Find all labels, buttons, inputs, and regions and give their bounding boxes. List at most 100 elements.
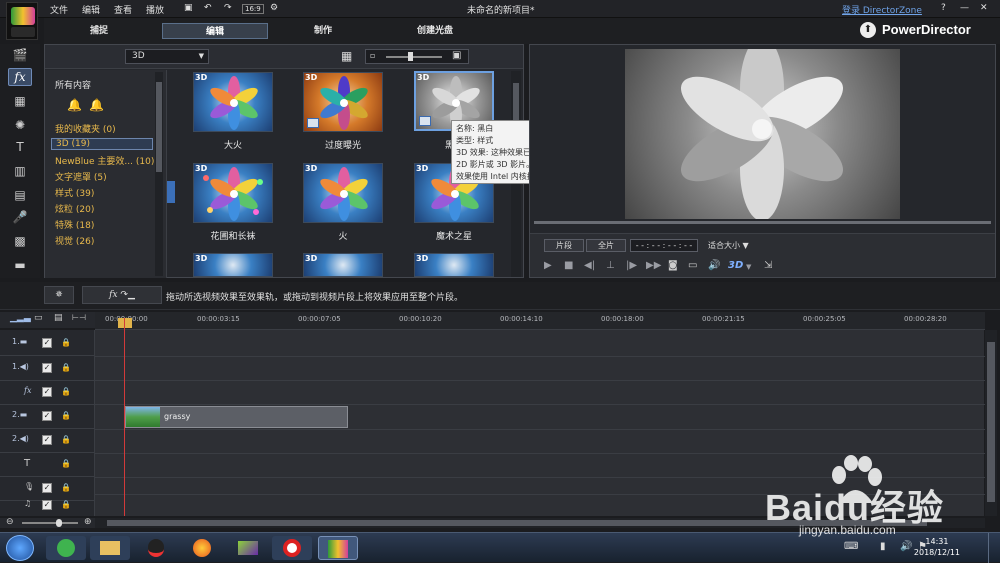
undo-icon[interactable]: ↶ (204, 3, 212, 13)
media-room-icon[interactable]: 🎬 (8, 46, 32, 64)
track-enable-checkbox[interactable]: ✓ (42, 363, 52, 373)
category-special[interactable]: 特殊 (18) (55, 218, 94, 231)
track-enable-checkbox[interactable]: ✓ (42, 483, 52, 493)
zoom-slider-handle[interactable] (56, 519, 62, 527)
external-display-icon[interactable]: ▭ (688, 260, 697, 271)
lock-icon[interactable]: 🔒 (61, 387, 71, 396)
tab-capture[interactable]: 捕捉 (64, 23, 134, 39)
lock-icon[interactable]: 🔒 (61, 435, 71, 444)
category-text-mask[interactable]: 文字遮罩 (5) (55, 170, 107, 183)
grid-view-icon[interactable]: ▦ (341, 49, 352, 63)
taskbar-firefox-icon[interactable] (182, 536, 222, 560)
track-enable-checkbox[interactable]: ✓ (42, 435, 52, 445)
voiceover-room-icon[interactable]: 🎤 (8, 208, 32, 226)
effect-thumb-big-fire[interactable]: 3D (193, 72, 273, 132)
effect-thumb[interactable]: 3D (414, 253, 494, 277)
effect-thumb-flowerbed[interactable]: 3D (193, 163, 273, 223)
effect-thumb-overexposure[interactable]: 3D (303, 72, 383, 132)
fast-forward-icon[interactable]: ▶▶ (646, 260, 661, 271)
taskbar-file-explorer-icon[interactable] (90, 536, 130, 560)
snapshot-camera-icon[interactable]: ◙ (668, 260, 678, 271)
movie-mode-button[interactable]: 全片 (586, 239, 626, 252)
category-scroll-thumb[interactable] (156, 82, 162, 172)
audio-mixing-room-icon[interactable]: ▤ (8, 186, 32, 204)
menu-play[interactable]: 播放 (146, 3, 164, 16)
preview-scrubber[interactable] (534, 221, 991, 224)
settings-gear-icon[interactable]: ⚙ (270, 3, 278, 13)
taskbar-qq-icon[interactable] (136, 536, 176, 560)
tab-produce[interactable]: 制作 (288, 23, 358, 39)
menu-view[interactable]: 查看 (114, 3, 132, 16)
lock-icon[interactable]: 🔒 (61, 411, 71, 420)
lock-icon[interactable]: 🔒 (61, 500, 71, 509)
3d-mode-button[interactable]: 3D (728, 260, 743, 271)
help-icon[interactable]: ? (941, 3, 946, 13)
zoom-slider[interactable] (22, 522, 78, 524)
save-icon[interactable]: ▣ (184, 3, 193, 13)
start-button[interactable] (6, 535, 34, 561)
particle-room-icon[interactable]: ✺ (8, 116, 32, 134)
taskbar-powerdirector-icon[interactable] (318, 536, 358, 560)
playhead-handle[interactable] (118, 318, 132, 328)
undock-preview-icon[interactable]: ⇲ (764, 260, 772, 271)
chevron-down-icon[interactable]: ▼ (746, 263, 751, 271)
apply-to-track-button[interactable]: fx ↷▁ (82, 286, 162, 304)
clip-mode-button[interactable]: 片段 (544, 239, 584, 252)
track-enable-checkbox[interactable]: ✓ (42, 338, 52, 348)
fit-timeline-icon[interactable]: ⊢⊣ (72, 313, 86, 322)
effect-thumb[interactable]: 3D (193, 253, 273, 277)
taskbar-media-player-icon[interactable] (228, 536, 268, 560)
play-icon[interactable]: ▶ (544, 260, 552, 271)
login-link[interactable]: 登录 DirectorZone (842, 3, 922, 16)
remove-favorite-icon[interactable]: 🔔 (89, 98, 104, 112)
category-particle[interactable]: 炫粒 (20) (55, 202, 94, 215)
taskbar-recorder-icon[interactable] (272, 536, 312, 560)
magic-effect-icon[interactable]: ✵ (44, 286, 74, 304)
category-3d[interactable]: 3D (19) (51, 138, 153, 150)
aspect-ratio-button[interactable]: 16:9 (242, 4, 264, 14)
category-visual[interactable]: 视觉 (26) (55, 234, 94, 247)
thumb-size-slider[interactable]: ▫ ▣ (365, 49, 469, 64)
timeline-clip[interactable]: grassy (125, 406, 348, 428)
collapse-panel-handle[interactable] (167, 181, 175, 203)
timecode-display[interactable]: - - : - - : - - : - - (630, 239, 698, 252)
category-style[interactable]: 样式 (39) (55, 186, 94, 199)
title-room-icon[interactable]: T (8, 138, 32, 156)
volume-icon[interactable]: 🔊 (708, 260, 720, 271)
tab-edit[interactable]: 编辑 (162, 23, 268, 39)
add-favorite-icon[interactable]: 🔔 (67, 98, 82, 112)
tab-create-disc[interactable]: 创建光盘 (400, 23, 470, 39)
stop-icon[interactable]: ■ (564, 260, 573, 271)
category-newblue[interactable]: NewBlue 主要效... (10) (55, 154, 154, 167)
category-scrollbar[interactable] (155, 72, 163, 276)
lock-icon[interactable]: 🔒 (61, 338, 71, 347)
previous-frame-icon[interactable]: ◀| (584, 260, 595, 271)
lock-icon[interactable]: 🔒 (61, 459, 71, 468)
pip-room-icon[interactable]: ▦ (8, 92, 32, 110)
menu-file[interactable]: 文件 (50, 3, 68, 16)
effect-thumb[interactable]: 3D (303, 253, 383, 277)
category-favorites[interactable]: 我的收藏夹 (0) (55, 122, 116, 135)
track-enable-checkbox[interactable]: ✓ (42, 411, 52, 421)
transition-room-icon[interactable]: ▥ (8, 162, 32, 180)
split-icon[interactable]: ⊥ (606, 260, 615, 271)
redo-icon[interactable]: ↷ (224, 3, 232, 13)
track-enable-checkbox[interactable]: ✓ (42, 500, 52, 510)
next-frame-icon[interactable]: |▶ (626, 260, 637, 271)
timeline-ruler[interactable]: 00:00:00:00 00:00:03:15 00:00:07:05 00:0… (95, 312, 985, 330)
track-enable-checkbox[interactable]: ✓ (42, 387, 52, 397)
minimize-icon[interactable]: — (960, 3, 969, 13)
menu-edit[interactable]: 编辑 (82, 3, 100, 16)
taskbar-360-browser-icon[interactable] (46, 536, 86, 560)
close-icon[interactable]: ✕ (980, 3, 988, 13)
zoom-in-icon[interactable]: ⊕ (84, 517, 92, 527)
timeline-view-icon[interactable]: ▁▂▃ (10, 313, 31, 323)
zoom-out-icon[interactable]: ⊖ (6, 517, 14, 527)
slider-handle[interactable] (408, 52, 413, 61)
fit-dropdown[interactable]: 适合大小 ▼ (708, 240, 749, 251)
preview-screen[interactable] (625, 49, 900, 219)
lock-icon[interactable]: 🔒 (61, 483, 71, 492)
storyboard-view-icon[interactable]: ▭ (34, 313, 43, 323)
lock-icon[interactable]: 🔒 (61, 363, 71, 372)
category-dropdown[interactable]: 3D ▼ (125, 49, 209, 64)
